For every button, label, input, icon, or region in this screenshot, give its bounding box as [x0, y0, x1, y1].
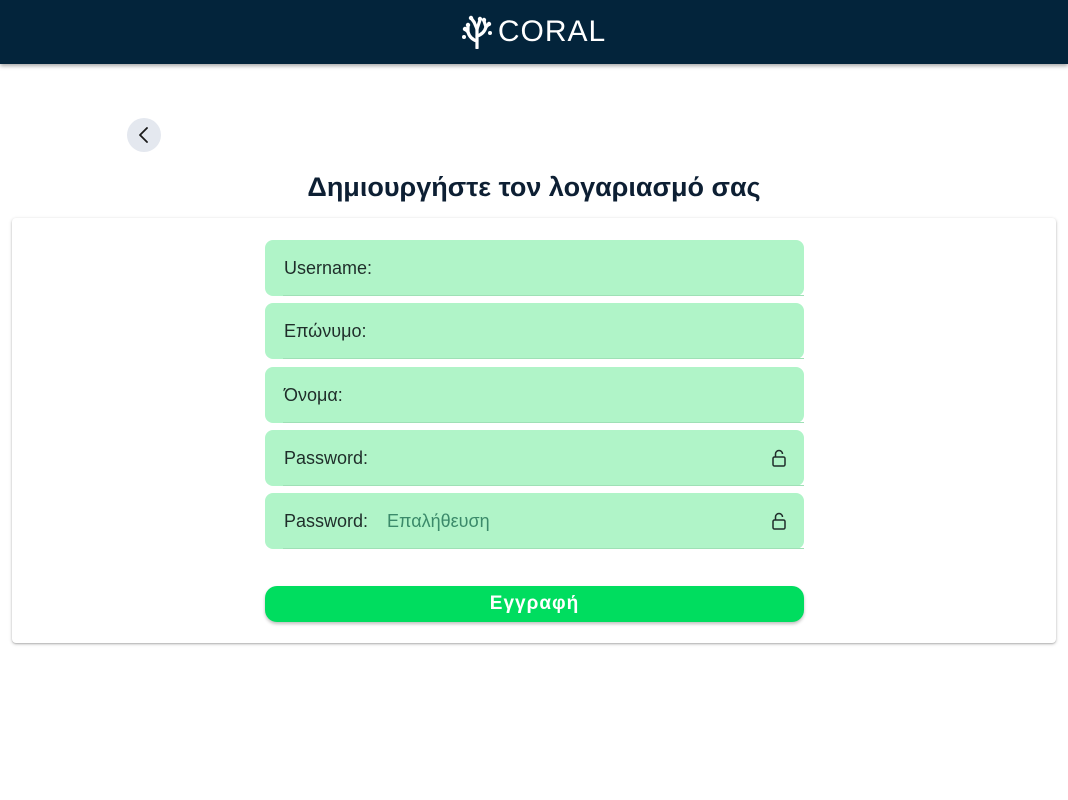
username-field[interactable]: Username: [265, 240, 804, 296]
password-field[interactable]: Password: [265, 430, 804, 486]
lock-icon[interactable] [772, 449, 786, 467]
chevron-left-icon [139, 127, 148, 143]
first-name-label: Όνομα: [284, 384, 343, 405]
password-input[interactable] [368, 430, 772, 486]
lock-icon[interactable] [772, 512, 786, 530]
surname-input[interactable] [366, 303, 786, 359]
username-input[interactable] [372, 240, 786, 296]
brand-name: CORAL [497, 15, 607, 48]
surname-field[interactable]: Επώνυμο: [265, 303, 804, 359]
confirm-password-label: Password: [284, 510, 369, 531]
top-app-bar: CORAL [0, 0, 1068, 64]
first-name-field[interactable]: Όνομα: [265, 367, 804, 423]
confirm-password-input[interactable] [368, 493, 772, 549]
page-title: Δημιουργήστε τον λογαριασμό σας [307, 172, 761, 202]
register-button[interactable]: Εγγραφή [265, 586, 804, 622]
surname-label: Επώνυμο: [284, 320, 367, 341]
username-label: Username: [284, 257, 373, 278]
back-button[interactable] [127, 118, 161, 152]
coral-icon [461, 15, 492, 49]
confirm-password-field[interactable]: Password: [265, 493, 804, 549]
signup-card: Username: Επώνυμο: Όνομα: Password: Pass… [12, 218, 1056, 643]
first-name-input[interactable] [342, 367, 786, 423]
brand[interactable]: CORAL [461, 15, 607, 49]
password-label: Password: [284, 447, 369, 468]
